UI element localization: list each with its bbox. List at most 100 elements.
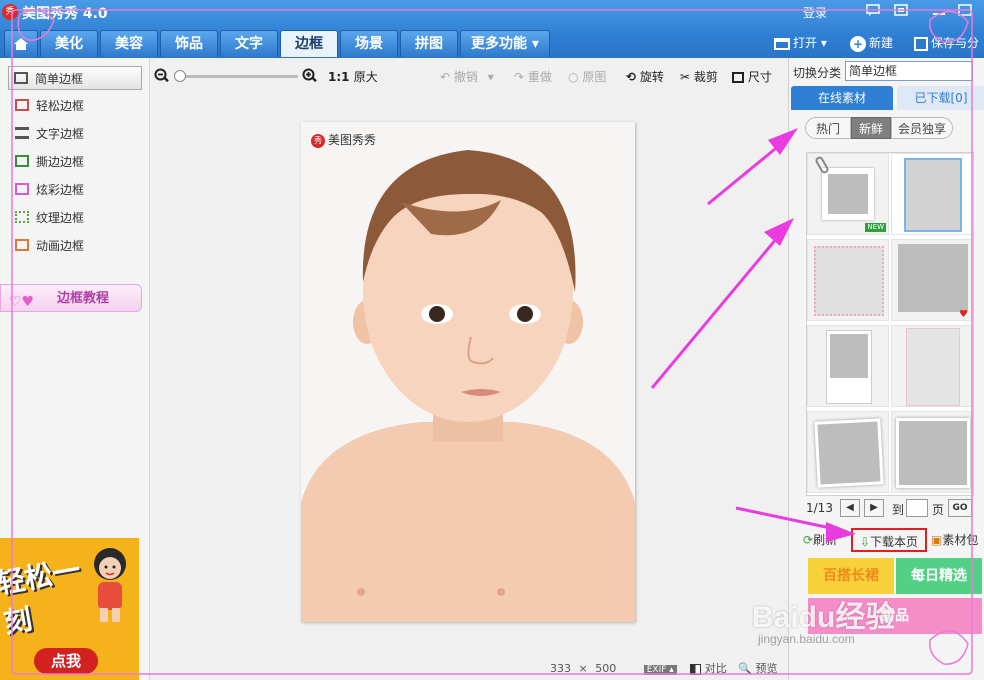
tab-downloaded[interactable]: 已下载[0] (897, 86, 984, 110)
zoom-slider-handle[interactable] (174, 70, 186, 82)
tab-more-features[interactable]: 更多功能 ▾ (460, 30, 550, 57)
page-unit-label: 页 (932, 503, 945, 517)
ad-banner[interactable]: 轻松一刻 点我 (0, 538, 139, 680)
app-logo: 秀 (2, 4, 18, 20)
compare-label: 对比 (704, 662, 727, 675)
actual-size-button[interactable]: 1:1 原大 (328, 68, 378, 86)
frame-item-label: 简单边框 (35, 72, 84, 86)
rotate-button[interactable]: ⟲ 旋转 (626, 68, 664, 86)
open-button[interactable]: 打开 ▾ (774, 33, 827, 53)
minimize-icon[interactable] (932, 4, 946, 18)
baby-photo[interactable]: 秀美图秀秀 (301, 122, 635, 622)
zoom-out-icon[interactable] (154, 68, 170, 86)
material-panel: 切换分类 简单边框 在线素材 已下载[0] 热门 新鲜 会员独享 NEW ♥ 1… (788, 58, 984, 680)
tutorial-label: 边框教程 (57, 291, 110, 306)
promo-daily-picks[interactable]: 每日精选 (896, 558, 982, 594)
frame-thumbnail[interactable]: NEW (807, 153, 889, 235)
download-page-button[interactable]: ⇩下载本页 (851, 528, 927, 552)
tab-online-materials[interactable]: 在线素材 (791, 86, 893, 110)
save-share-button[interactable]: 保存与分 (914, 33, 979, 53)
resize-icon (732, 72, 744, 83)
frame-category-panel: 简单边框 轻松边框 文字边框 撕边边框 炫彩边框 纹理边框 动画边框 ♡♥ 边框… (0, 58, 150, 680)
meitu-watermark: 秀美图秀秀 (311, 131, 376, 148)
original-image-button[interactable]: ○ 原图 (568, 68, 606, 86)
preview-button[interactable]: 🔍 预览 (738, 662, 777, 675)
meitu-logo-icon: 秀 (311, 133, 325, 148)
frame-thumbnail[interactable] (807, 325, 889, 407)
baby-portrait-image (301, 122, 635, 622)
crop-button[interactable]: ✂ 裁剪 (680, 68, 718, 86)
frame-item-easy[interactable]: 轻松边框 (10, 94, 144, 118)
heart-hand-icon: ♡♥ (9, 294, 35, 310)
undo-button[interactable]: ↶ 撤销 ▾ (440, 68, 494, 86)
rotate-icon: ⟲ (626, 70, 637, 84)
frame-item-text[interactable]: 文字边框 (10, 122, 144, 146)
ad-click-button[interactable]: 点我 (34, 648, 98, 674)
frame-thumbnail[interactable] (807, 239, 889, 321)
prev-page-icon[interactable]: ◀ (840, 499, 860, 517)
frame-item-texture[interactable]: 纹理边框 (10, 206, 144, 230)
frame-thumbnail[interactable] (891, 325, 973, 407)
torn-frame-icon (15, 155, 29, 167)
redo-button[interactable]: ↷ 重做 (514, 68, 552, 86)
dropdown-arrow-icon: ▾ (487, 70, 494, 84)
undo-icon: ↶ (440, 70, 451, 84)
promo-long-dress[interactable]: 百搭长裙 (808, 558, 894, 594)
new-button[interactable]: + 新建 (850, 33, 893, 53)
heart-icon: ♥ (959, 309, 968, 320)
cartoon-girl-image (94, 548, 126, 622)
frame-item-label: 文字边框 (36, 127, 85, 141)
frame-item-label: 轻松边框 (36, 99, 85, 113)
title-bar: 秀 美图秀秀 4.0 登录 美化 美容 饰品 文字 边框 场景 拼图 更多功能 … (0, 0, 984, 58)
original-image-label: 原图 (582, 70, 607, 84)
zoom-in-icon[interactable] (302, 68, 318, 86)
frame-item-label: 动画边框 (36, 239, 85, 253)
chat-icon[interactable] (866, 4, 880, 18)
redo-label: 重做 (527, 70, 552, 84)
frame-thumbnail[interactable] (807, 411, 889, 493)
watermark-text: 美图秀秀 (328, 133, 377, 147)
tab-frame[interactable]: 边框 (280, 30, 338, 57)
tab-collage[interactable]: 拼图 (400, 30, 458, 57)
tab-scene[interactable]: 场景 (340, 30, 398, 57)
frame-item-colorful[interactable]: 炫彩边框 (10, 178, 144, 202)
resize-button[interactable]: 尺寸 (732, 68, 772, 86)
tab-beautify[interactable]: 美化 (40, 30, 98, 57)
filter-hot[interactable]: 热门 (805, 117, 851, 139)
frame-thumbnail[interactable]: ♥ (891, 239, 973, 321)
tab-text[interactable]: 文字 (220, 30, 278, 57)
frame-thumbnail-grid: NEW ♥ (806, 152, 974, 496)
compare-button[interactable]: 对比 (690, 662, 730, 675)
new-label: 新建 (869, 36, 894, 50)
promo-new-items[interactable]: 新品 (808, 598, 982, 634)
page-number-input[interactable] (906, 499, 928, 517)
next-page-icon[interactable]: ▶ (864, 499, 884, 517)
filter-member-only[interactable]: 会员独享 (891, 117, 953, 139)
frame-item-torn[interactable]: 撕边边框 (10, 150, 144, 174)
package-icon: ▣ (931, 533, 943, 547)
image-width: 333 (550, 662, 571, 675)
app-title: 美图秀秀 4.0 (22, 6, 108, 22)
simple-frame-icon (14, 72, 28, 84)
frame-item-animated[interactable]: 动画边框 (10, 234, 144, 258)
frame-thumbnail[interactable] (891, 411, 973, 493)
download-arrow-icon: ⇩ (859, 535, 871, 549)
exif-button[interactable]: EXIF ▴ (643, 665, 677, 675)
maximize-icon[interactable] (958, 4, 972, 18)
frame-thumbnail[interactable] (891, 153, 973, 235)
tab-home[interactable] (4, 30, 38, 57)
redo-icon: ↷ (514, 70, 525, 84)
material-pack-button[interactable]: ▣素材包 (931, 528, 978, 552)
skin-icon[interactable] (894, 4, 908, 18)
category-select[interactable]: 简单边框 (845, 61, 973, 81)
refresh-button[interactable]: ⟳刷新 (803, 528, 837, 552)
frame-tutorial-button[interactable]: ♡♥ 边框教程 (0, 284, 142, 312)
tab-makeup[interactable]: 美容 (100, 30, 158, 57)
login-link[interactable]: 登录 (803, 4, 827, 21)
filter-fresh[interactable]: 新鲜 (851, 117, 891, 139)
go-button[interactable]: GO (948, 499, 972, 517)
tab-accessories[interactable]: 饰品 (160, 30, 218, 57)
zoom-slider[interactable] (174, 70, 298, 82)
frame-item-simple[interactable]: 简单边框 (8, 66, 142, 90)
page-indicator: 1/13 (806, 501, 833, 515)
